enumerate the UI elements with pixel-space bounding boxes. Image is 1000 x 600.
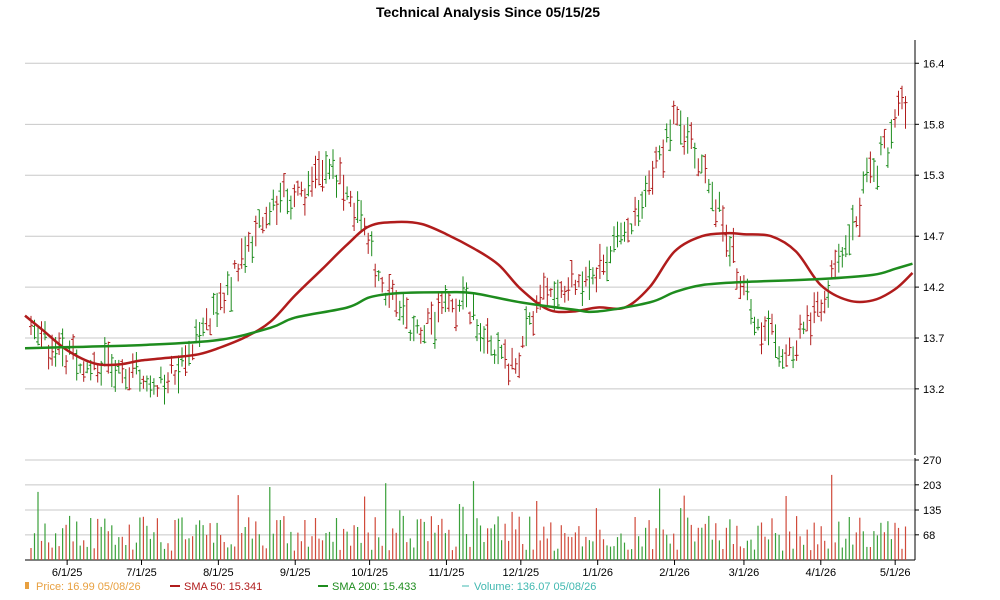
date-tick-label: 1/1/26 (582, 567, 613, 579)
legend: Price: 16.99 05/08/26 SMA 50: 15.341 SMA… (25, 581, 596, 593)
date-tick-label: 11/1/25 (429, 567, 465, 579)
volume-tick-label: 203 (923, 480, 941, 492)
date-tick-label: 7/1/25 (126, 567, 157, 579)
sma-200-line (24, 262, 913, 350)
date-tick-label: 9/1/25 (280, 567, 311, 579)
legend-sma50: SMA 50: 15.341 (184, 581, 262, 593)
technical-analysis-chart: Technical Analysis Since 05/15/25 16.4 15… (24, 4, 944, 593)
volume-tick-labels: 270 203 135 68 (915, 455, 941, 542)
price-grid (25, 62, 915, 390)
legend-sma200: SMA 200: 15.433 (332, 581, 416, 593)
sma-lines (24, 220, 914, 367)
price-tick-label: 14.2 (923, 282, 944, 294)
volume-bars (30, 474, 907, 560)
date-tick-label: 12/1/25 (502, 567, 539, 579)
date-tick-label: 10/1/25 (351, 567, 388, 579)
price-tick-label: 14.7 (923, 231, 944, 243)
date-tick-label: 8/1/25 (203, 567, 234, 579)
date-tick-label: 4/1/26 (805, 567, 836, 579)
date-tick-labels: 6/1/25 7/1/25 8/1/25 9/1/25 10/1/25 11/1/25 12… (52, 560, 911, 579)
volume-tick-label: 68 (923, 530, 935, 542)
date-tick-label: 2/1/26 (659, 567, 690, 579)
price-tick-label: 16.4 (923, 58, 944, 70)
legend-price: Price: 16.99 05/08/26 (36, 581, 141, 593)
price-tick-label: 15.8 (923, 119, 944, 131)
legend-volume: Volume: 136.07 05/08/26 (474, 581, 596, 593)
date-tick-label: 5/1/26 (880, 567, 911, 579)
volume-tick-label: 135 (923, 505, 941, 517)
volume-grid (25, 459, 915, 536)
price-tick-label: 15.3 (923, 170, 944, 182)
price-tick-label: 13.2 (923, 384, 944, 396)
price-tick-label: 13.7 (923, 333, 944, 345)
price-tick-labels: 16.4 15.8 15.3 14.7 14.2 13.7 13.2 (915, 58, 944, 396)
chart-title: Technical Analysis Since 05/15/25 (376, 4, 600, 20)
date-tick-label: 6/1/25 (52, 567, 83, 579)
volume-tick-label: 270 (923, 455, 941, 467)
date-tick-label: 3/1/26 (729, 567, 760, 579)
legend-price-swatch (25, 582, 29, 589)
